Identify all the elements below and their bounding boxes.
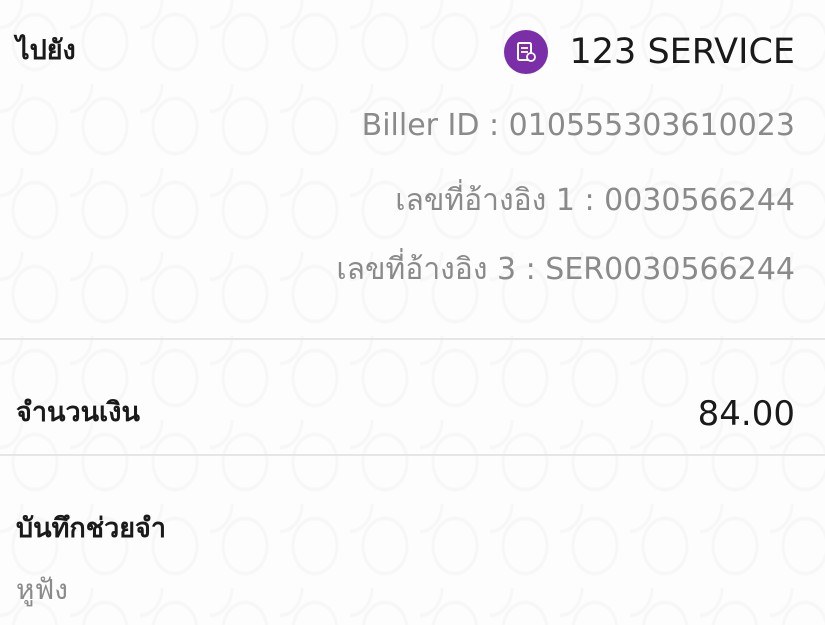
merchant-row: 123 SERVICE — [503, 30, 795, 74]
note-section: บันทึกช่วยจำ หูฟัง — [0, 456, 825, 625]
reference-1: เลขที่อ้างอิง 1 : 0030566244 — [395, 183, 795, 218]
merchant-name: 123 SERVICE — [569, 32, 795, 72]
bill-icon — [503, 30, 548, 74]
amount-label: จำนวนเงิน — [16, 397, 140, 428]
reference-3: เลขที่อ้างอิง 3 : SER0030566244 — [336, 252, 795, 287]
amount-value: 84.00 — [697, 394, 795, 434]
note-value: หูฟัง — [16, 573, 68, 606]
to-label: ไปยัง — [16, 35, 76, 66]
amount-section: จำนวนเงิน 84.00 — [0, 340, 825, 454]
note-label: บันทึกช่วยจำ — [16, 513, 167, 544]
recipient-section: ไปยัง 123 SERVICE Biller ID : 0105553036… — [0, 0, 825, 338]
biller-id: Biller ID : 010555303610023 — [361, 108, 795, 143]
